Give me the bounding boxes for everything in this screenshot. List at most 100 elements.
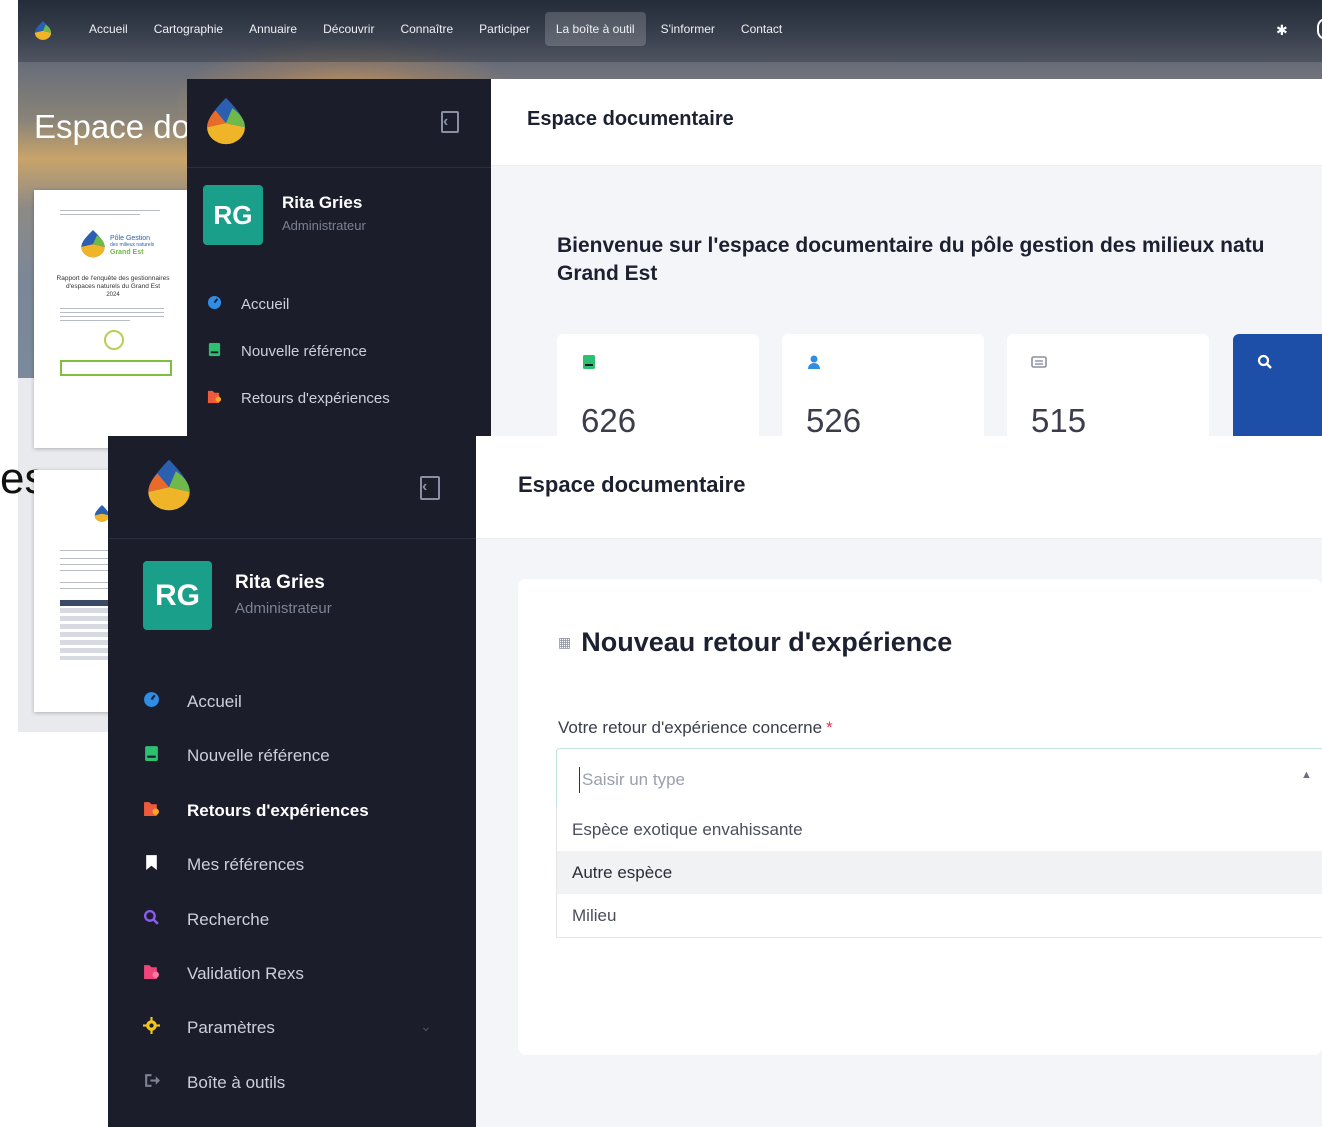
- document-thumbnail[interactable]: Pôle Gestion des milieux naturels Grand …: [34, 190, 187, 448]
- sidebar-item[interactable]: Boîte à outils: [141, 1072, 285, 1094]
- stat-card[interactable]: 526: [782, 334, 984, 437]
- chevron-down-icon[interactable]: ⌄: [420, 1018, 432, 1035]
- site-nav-item[interactable]: Participer: [468, 12, 541, 46]
- bookmark-icon: [141, 854, 161, 876]
- type-options-list: Espèce exotique envahissante Autre espèce…: [556, 808, 1322, 938]
- page-title: Espace documentaire: [518, 472, 746, 497]
- top-bar: Espace documentaire: [491, 79, 1322, 166]
- form-title-text: Nouveau retour d'expérience: [581, 627, 953, 657]
- stat-value: 626: [581, 402, 637, 437]
- sidebar-item-label: Retours d'expériences: [241, 390, 390, 407]
- stat-card[interactable]: 626: [557, 334, 759, 437]
- welcome-heading-line1: Bienvenue sur l'espace documentaire du p…: [557, 234, 1265, 257]
- site-nav-item[interactable]: Contact: [730, 12, 793, 46]
- required-mark: *: [826, 718, 833, 737]
- sidebar-item-label: Accueil: [187, 692, 242, 711]
- sidebar-item[interactable]: Retours d'expériences: [141, 800, 369, 822]
- search-icon: [1257, 354, 1273, 373]
- sidebar-item-label: Accueil: [241, 296, 290, 313]
- sidebar-item-label: Recherche: [187, 909, 270, 929]
- user-name: Rita Gries: [235, 572, 325, 593]
- select-option[interactable]: Espèce exotique envahissante: [557, 808, 1322, 851]
- site-nav-item[interactable]: Découvrir: [312, 12, 385, 46]
- site-nav-item[interactable]: Accueil: [78, 12, 139, 46]
- site-nav-item[interactable]: Cartographie: [143, 12, 234, 46]
- site-logo-icon[interactable]: [34, 20, 52, 40]
- welcome-heading: Bienvenue sur l'espace documentaire du p…: [557, 232, 1317, 288]
- gear-icon: [141, 1017, 161, 1039]
- sidebar-item[interactable]: Nouvelle référence: [203, 342, 367, 361]
- stat-card[interactable]: 515: [1007, 334, 1209, 437]
- search-icon: [141, 909, 161, 931]
- doc-logo-text: Grand Est: [110, 249, 144, 256]
- collapse-sidebar-icon[interactable]: [441, 111, 459, 133]
- pole-logo-icon: [81, 230, 105, 258]
- user-name: Rita Gries: [282, 193, 363, 212]
- site-nav-item[interactable]: La boîte à outil: [544, 12, 646, 46]
- folder-icon: [141, 800, 161, 822]
- doc-title: d'espaces naturels du Grand Est: [65, 283, 161, 290]
- folder-icon: [203, 389, 225, 408]
- dashboard-window: RG Rita Gries Administrateur Accueil Nouv…: [187, 79, 1322, 437]
- select-option[interactable]: Autre espèce: [557, 851, 1322, 894]
- user-role: Administrateur: [235, 600, 332, 617]
- dashboard-icon: [141, 691, 161, 713]
- sidebar-item-label: Validation Rexs: [187, 964, 304, 983]
- sidebar: RG Rita Gries Administrateur Accueil Nouv…: [187, 79, 491, 437]
- select-option[interactable]: Milieu: [557, 894, 1322, 937]
- user-icon: [806, 354, 822, 373]
- main-content: Espace documentaire Bienvenue sur l'espa…: [491, 79, 1322, 437]
- site-nav-item[interactable]: Connaître: [389, 12, 464, 46]
- type-field-label-text: Votre retour d'expérience concerne: [558, 718, 823, 737]
- type-search-input[interactable]: [579, 767, 1184, 793]
- sidebar-item-label: Paramètres: [187, 1018, 275, 1038]
- type-select[interactable]: ▲: [556, 748, 1322, 810]
- sidebar-item[interactable]: Accueil: [141, 691, 242, 713]
- form-window: RG Rita Gries Administrateur Accueil Nouv…: [108, 436, 1322, 1127]
- site-nav-item[interactable]: S'informer: [650, 12, 726, 46]
- collapse-sidebar-icon[interactable]: [420, 476, 440, 500]
- welcome-heading-line2: Grand Est: [557, 262, 658, 285]
- avatar[interactable]: RG: [203, 185, 263, 245]
- sidebar-item[interactable]: Accueil: [203, 295, 289, 314]
- doc-year: 2024: [106, 292, 120, 298]
- app-logo-icon[interactable]: [146, 456, 192, 514]
- site-page-title: Espace do: [34, 108, 190, 145]
- sidebar-item[interactable]: Paramètres: [141, 1017, 275, 1039]
- user-role: Administrateur: [282, 218, 366, 233]
- search-icon[interactable]: [1317, 18, 1322, 40]
- book-icon: [141, 745, 161, 767]
- chevron-up-icon[interactable]: ▲: [1301, 769, 1312, 781]
- top-bar: Espace documentaire: [476, 436, 1322, 539]
- site-navbar: Accueil Cartographie Annuaire Découvrir Conn…: [18, 0, 1322, 62]
- form-title: ▦ Nouveau retour d'expérience: [558, 627, 952, 658]
- avatar[interactable]: RG: [143, 561, 212, 630]
- site-nav-menu: Accueil Cartographie Annuaire Découvrir Conn…: [78, 12, 793, 46]
- gear-icon[interactable]: ✱: [1276, 22, 1288, 39]
- book-icon: [203, 342, 225, 361]
- rex-form-card: ▦ Nouveau retour d'expérience Votre reto…: [518, 579, 1322, 1055]
- stat-value: 515: [1031, 402, 1087, 437]
- type-field-label: Votre retour d'expérience concerne *: [558, 718, 833, 738]
- book-icon: [581, 354, 597, 373]
- sidebar-item[interactable]: Validation Rexs: [141, 963, 304, 985]
- sidebar-item[interactable]: Retours d'expériences: [203, 389, 390, 408]
- sidebar-item[interactable]: Nouvelle référence: [141, 745, 330, 767]
- folder-check-icon: [141, 963, 161, 985]
- list-icon: [1031, 354, 1047, 373]
- exit-icon: [141, 1072, 161, 1094]
- sidebar-item-label: Retours d'expériences: [187, 800, 369, 820]
- sidebar-item[interactable]: Recherche: [141, 909, 269, 931]
- sidebar-item-label: Mes références: [187, 855, 305, 875]
- app-logo-icon[interactable]: [205, 95, 247, 147]
- page-title: Espace documentaire: [527, 108, 734, 130]
- dashboard-icon: [203, 295, 225, 314]
- site-nav-item[interactable]: Annuaire: [238, 12, 308, 46]
- sidebar: RG Rita Gries Administrateur Accueil Nouv…: [108, 436, 476, 1127]
- sidebar-item-label: Boîte à outils: [187, 1072, 286, 1092]
- sidebar-item-label: Nouvelle référence: [241, 343, 367, 360]
- main-content: Espace documentaire ▦ Nouveau retour d'e…: [476, 436, 1322, 1127]
- sidebar-item[interactable]: Mes références: [141, 854, 304, 876]
- stat-value: 526: [806, 402, 862, 437]
- search-card[interactable]: [1233, 334, 1322, 437]
